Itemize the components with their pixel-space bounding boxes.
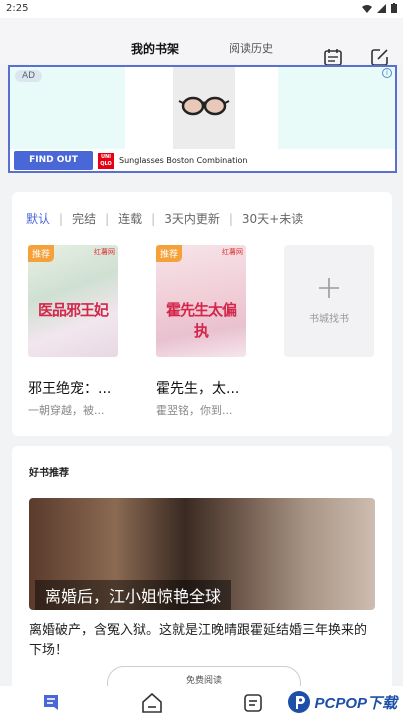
cover-title: 医品邪王妃 — [37, 301, 109, 319]
filter-separator: | — [105, 211, 110, 226]
filter-separator: | — [151, 211, 156, 226]
book-description: 一朝穿越，被... — [28, 404, 105, 417]
filter-unread-30days[interactable]: 30天+未读 — [242, 210, 303, 227]
recommend-tag: 推荐 — [156, 245, 183, 262]
calendar-icon[interactable] — [323, 47, 343, 67]
bookshelf-card: 默认 | 完结 | 连载 | 3天内更新 | 30天+未读 推荐 红薯网 医品邪… — [12, 192, 392, 436]
book-description: 霍翌铭，你到... — [156, 404, 233, 417]
filter-default[interactable]: 默认 — [26, 210, 50, 227]
publisher-label: 红薯网 — [222, 248, 243, 256]
book-title: 邪王绝宠：... — [28, 381, 112, 397]
wifi-icon — [362, 4, 372, 13]
ad-text: Sunglasses Boston Combination — [119, 156, 248, 165]
category-nav-icon[interactable] — [242, 692, 264, 714]
filter-serializing[interactable]: 连载 — [118, 210, 142, 227]
recommendation-card: 好书推荐 离婚后，江小姐惊艳全球 离婚破产，含冤入狱。这就是江晚晴跟霍延结婚三年… — [12, 446, 392, 696]
signal-icon — [377, 3, 386, 13]
find-out-more-button[interactable]: FIND OUT MORE — [14, 151, 93, 170]
ad-label: AD — [15, 70, 43, 82]
edit-icon[interactable] — [370, 47, 390, 67]
recommendation-banner[interactable]: 离婚后，江小姐惊艳全球 — [29, 498, 375, 610]
book-item[interactable]: 推荐 红薯网 霍先生太偏执 霍先生，太... 霍翌铭，你到... — [156, 245, 246, 418]
ad-banner[interactable]: AD i FIND OUT MORE UNIQLO Sunglasses Bos… — [8, 65, 397, 173]
tab-reading-history[interactable]: 阅读历史 — [229, 40, 273, 56]
uniqlo-logo: UNI QLO — [98, 153, 114, 169]
cover-title: 霍先生太偏执 — [165, 301, 237, 340]
book-title: 霍先生，太... — [156, 381, 240, 397]
header: 我的书架 阅读历史 — [0, 18, 403, 67]
find-books-label: 书城找书 — [309, 314, 349, 325]
pcpop-logo-icon — [288, 691, 311, 713]
status-bar: 2:25 — [0, 0, 403, 18]
ad-product-image — [173, 67, 235, 149]
filter-separator: | — [228, 211, 233, 226]
book-item[interactable]: 推荐 红薯网 医品邪王妃 邪王绝宠：... 一朝穿越，被... — [28, 245, 118, 418]
book-cover[interactable]: 推荐 红薯网 医品邪王妃 — [28, 245, 118, 357]
banner-caption: 离婚后，江小姐惊艳全球 — [35, 580, 232, 610]
publisher-label: 红薯网 — [94, 248, 115, 256]
filter-updated-3days[interactable]: 3天内更新 — [164, 210, 220, 227]
battery-icon — [391, 3, 397, 13]
system-icons — [362, 3, 397, 13]
recommend-tag: 推荐 — [28, 245, 55, 262]
watermark-text: PCPOP下载 — [314, 694, 397, 712]
bookstore-nav-icon[interactable] — [141, 692, 163, 714]
sunglasses-icon — [178, 96, 230, 116]
ad-background — [278, 67, 395, 149]
bookshelf-nav-icon[interactable] — [40, 692, 62, 714]
plus-icon — [319, 278, 339, 298]
filter-separator: | — [59, 211, 64, 226]
section-heading: 好书推荐 — [29, 468, 69, 479]
filter-bar: 默认 | 完结 | 连载 | 3天内更新 | 30天+未读 — [26, 210, 303, 227]
book-cover[interactable]: 推荐 红薯网 霍先生太偏执 — [156, 245, 246, 357]
clock: 2:25 — [6, 3, 29, 14]
filter-completed[interactable]: 完结 — [72, 210, 96, 227]
find-books-button[interactable]: 书城找书 — [284, 245, 374, 357]
book-description: 离婚破产，含冤入狱。这就是江晚晴跟霍延结婚三年换来的下场！ — [29, 623, 368, 658]
pcpop-watermark: PCPOP下载 — [287, 688, 397, 716]
ad-info-icon[interactable]: i — [382, 68, 392, 78]
tab-bookshelf[interactable]: 我的书架 — [131, 40, 179, 57]
